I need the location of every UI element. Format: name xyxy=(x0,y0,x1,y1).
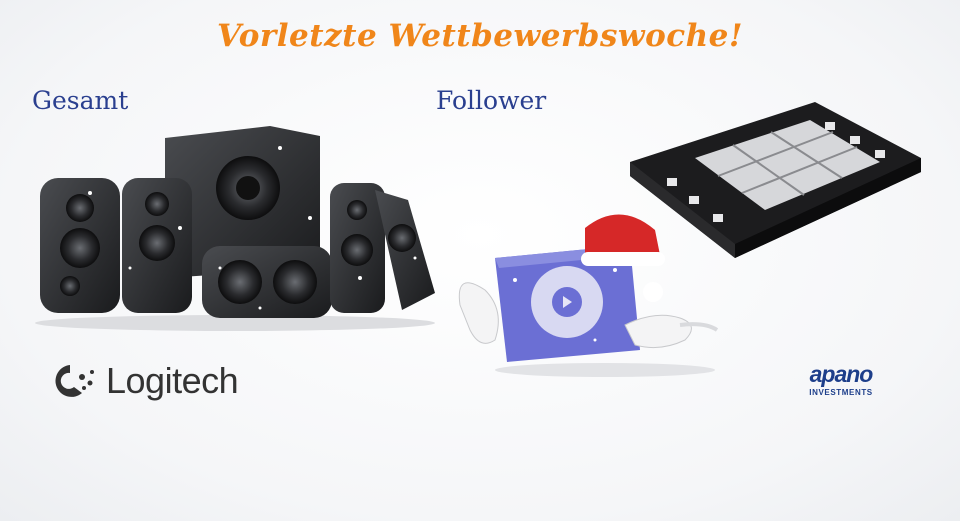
category-label-overall: Gesamt xyxy=(32,86,129,115)
apano-logo: apano INVESTMENTS xyxy=(800,362,882,397)
logitech-wordmark: Logitech xyxy=(106,360,239,401)
speaker-system-icon xyxy=(35,126,435,331)
promo-banner: Vorletzte Wettbewerbswoche! Gesamt Follo… xyxy=(0,0,960,521)
music-player-icon xyxy=(458,214,719,377)
headline: Vorletzte Wettbewerbswoche! xyxy=(217,18,743,54)
apano-tagline: INVESTMENTS xyxy=(809,388,873,397)
apano-wordmark: apano xyxy=(809,361,874,387)
logitech-emblem-icon xyxy=(55,365,94,397)
category-label-followers: Follower xyxy=(436,86,547,115)
logitech-logo: Logitech xyxy=(52,356,292,406)
